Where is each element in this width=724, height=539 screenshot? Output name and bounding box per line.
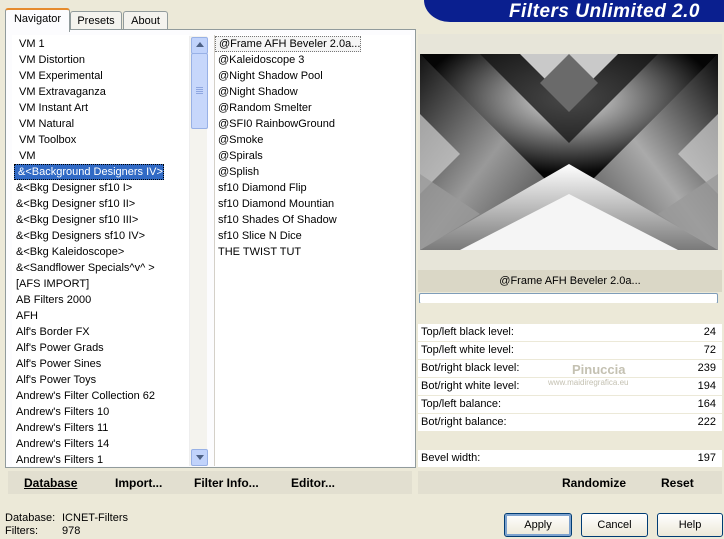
category-list-item[interactable]: VM Distortion	[12, 52, 85, 68]
parameter-value: 72	[703, 344, 716, 356]
selected-filter-name: @Frame AFH Beveler 2.0a...	[418, 270, 722, 292]
filter-list-item[interactable]: @SFI0 RainbowGround	[215, 116, 335, 132]
parameter-label: Bot/right balance:	[421, 416, 507, 428]
filter-list[interactable]: @Frame AFH Beveler 2.0a... @Kaleidoscope …	[214, 35, 411, 466]
category-list-item[interactable]: &<Background Designers IV>	[14, 164, 164, 180]
parameter-value: 197	[697, 452, 716, 464]
category-list-item[interactable]: AFH	[12, 308, 38, 324]
category-list-item[interactable]: Andrew's Filter Collection 62	[12, 388, 155, 404]
filter-list-item[interactable]: sf10 Diamond Mountian	[215, 196, 334, 212]
category-list-item[interactable]: VM	[12, 148, 36, 164]
parameter-label: Bot/right black level:	[421, 362, 520, 374]
category-list-item[interactable]: Alf's Power Toys	[12, 372, 96, 388]
filter-list-item[interactable]: sf10 Slice N Dice	[215, 228, 302, 244]
filter-list-item[interactable]: @Kaleidoscope 3	[215, 52, 304, 68]
filter-list-item[interactable]: @Night Shadow	[215, 84, 298, 100]
category-list-item[interactable]: &<Bkg Designer sf10 III>	[12, 212, 138, 228]
category-list-item[interactable]: VM Toolbox	[12, 132, 76, 148]
category-scrollbar[interactable]	[189, 36, 208, 466]
parameter-value: 239	[697, 362, 716, 374]
parameter-value: 222	[697, 416, 716, 428]
filter-list-item[interactable]: @Splish	[215, 164, 259, 180]
filter-list-item[interactable]: sf10 Diamond Flip	[215, 180, 307, 196]
parameter-value: 194	[697, 380, 716, 392]
category-list-item[interactable]: Alf's Border FX	[12, 324, 90, 340]
watermark-name: Pinuccia	[572, 362, 626, 377]
slider-thumb[interactable]	[640, 458, 654, 466]
category-list-item[interactable]: Andrew's Filters 1	[12, 452, 103, 468]
parameter-label: Top/left white level:	[421, 344, 514, 356]
database-value: ICNET-Filters	[62, 512, 128, 524]
parameter-label: Bevel width:	[421, 452, 481, 464]
parameter-row[interactable]: Bevel width: 197	[418, 450, 722, 467]
database-button[interactable]: Database	[24, 476, 77, 490]
filter-info-button[interactable]: Filter Info...	[194, 476, 259, 490]
scroll-down-button[interactable]	[191, 449, 208, 466]
category-list-item[interactable]: Alf's Power Sines	[12, 356, 101, 372]
import-button[interactable]: Import...	[115, 476, 162, 490]
randomize-button[interactable]: Randomize	[562, 476, 626, 490]
tab-about[interactable]: About	[123, 11, 168, 30]
banner-title: Filters Unlimited 2.0	[508, 1, 700, 22]
category-list-item[interactable]: &<Bkg Designers sf10 IV>	[12, 228, 145, 244]
filter-list-item[interactable]: @Smoke	[215, 132, 263, 148]
filter-list-item[interactable]: sf10 Shades Of Shadow	[215, 212, 337, 228]
slider-thumb[interactable]	[672, 421, 686, 429]
parameter-row[interactable]: Top/left balance: 164	[418, 396, 722, 413]
parameter-row[interactable]: Bot/right black level: 239	[418, 360, 722, 377]
editor-button[interactable]: Editor...	[291, 476, 335, 490]
category-list-item[interactable]: VM 1	[12, 36, 45, 52]
filter-list-item[interactable]: THE TWIST TUT	[215, 244, 301, 260]
help-button[interactable]: Help	[657, 513, 723, 537]
filter-list-item[interactable]: @Frame AFH Beveler 2.0a...	[215, 36, 362, 52]
filters-count-label: Filters:	[5, 525, 38, 537]
filter-preview-image	[420, 54, 718, 250]
reset-button[interactable]: Reset	[661, 476, 694, 490]
category-list-item[interactable]: Andrew's Filters 10	[12, 404, 109, 420]
database-label: Database:	[5, 512, 56, 524]
parameter-label: Top/left balance:	[421, 398, 502, 410]
category-list-item[interactable]: Andrew's Filters 14	[12, 436, 109, 452]
parameter-row[interactable]: Top/left white level: 72	[418, 342, 722, 359]
filters-count-value: 978	[62, 525, 81, 537]
apply-button[interactable]: Apply	[504, 513, 572, 537]
parameter-value: 164	[697, 398, 716, 410]
category-list-item[interactable]: &<Bkg Kaleidoscope>	[12, 244, 124, 260]
parameter-row[interactable]: Top/left black level: 24	[418, 324, 722, 341]
category-list-item[interactable]: VM Experimental	[12, 68, 103, 84]
tab-presets[interactable]: Presets	[70, 11, 122, 30]
title-banner: Filters Unlimited 2.0	[424, 0, 724, 22]
category-list[interactable]: VM 1 VM Distortion VM Experimental VM Extra…	[12, 35, 189, 466]
category-list-item[interactable]: VM Instant Art	[12, 100, 88, 116]
cancel-button[interactable]: Cancel	[581, 513, 648, 537]
parameter-value: 24	[703, 326, 716, 338]
slider-thumb[interactable]	[604, 403, 618, 411]
parameter-label: Bot/right white level:	[421, 380, 520, 392]
category-list-item[interactable]: VM Natural	[12, 116, 74, 132]
chevron-up-icon	[196, 42, 204, 47]
scroll-up-button[interactable]	[191, 37, 208, 54]
filter-list-item[interactable]: @Random Smelter	[215, 100, 312, 116]
category-list-item[interactable]: &<Bkg Designer sf10 I>	[12, 180, 132, 196]
chevron-down-icon	[196, 455, 204, 460]
filter-list-item[interactable]: @Night Shadow Pool	[215, 68, 323, 84]
category-list-item[interactable]: &<Bkg Designer sf10 II>	[12, 196, 135, 212]
category-list-item[interactable]: [AFS IMPORT]	[12, 276, 89, 292]
slider-thumb[interactable]	[644, 387, 658, 395]
category-list-item[interactable]: Alf's Power Grads	[12, 340, 104, 356]
parameter-label: Top/left black level:	[421, 326, 514, 338]
tab-navigator[interactable]: Navigator	[5, 8, 70, 32]
watermark-site: www.maidiregrafica.eu	[548, 378, 629, 387]
filter-list-item[interactable]: @Spirals	[215, 148, 263, 164]
category-list-item[interactable]: &<Sandflower Specials^v^ >	[12, 260, 155, 276]
category-list-item[interactable]: Andrew's Filters 11	[12, 420, 108, 436]
category-list-item[interactable]: AB Filters 2000	[12, 292, 91, 308]
category-list-item[interactable]: VM Extravaganza	[12, 84, 106, 100]
scroll-thumb[interactable]	[191, 53, 208, 129]
